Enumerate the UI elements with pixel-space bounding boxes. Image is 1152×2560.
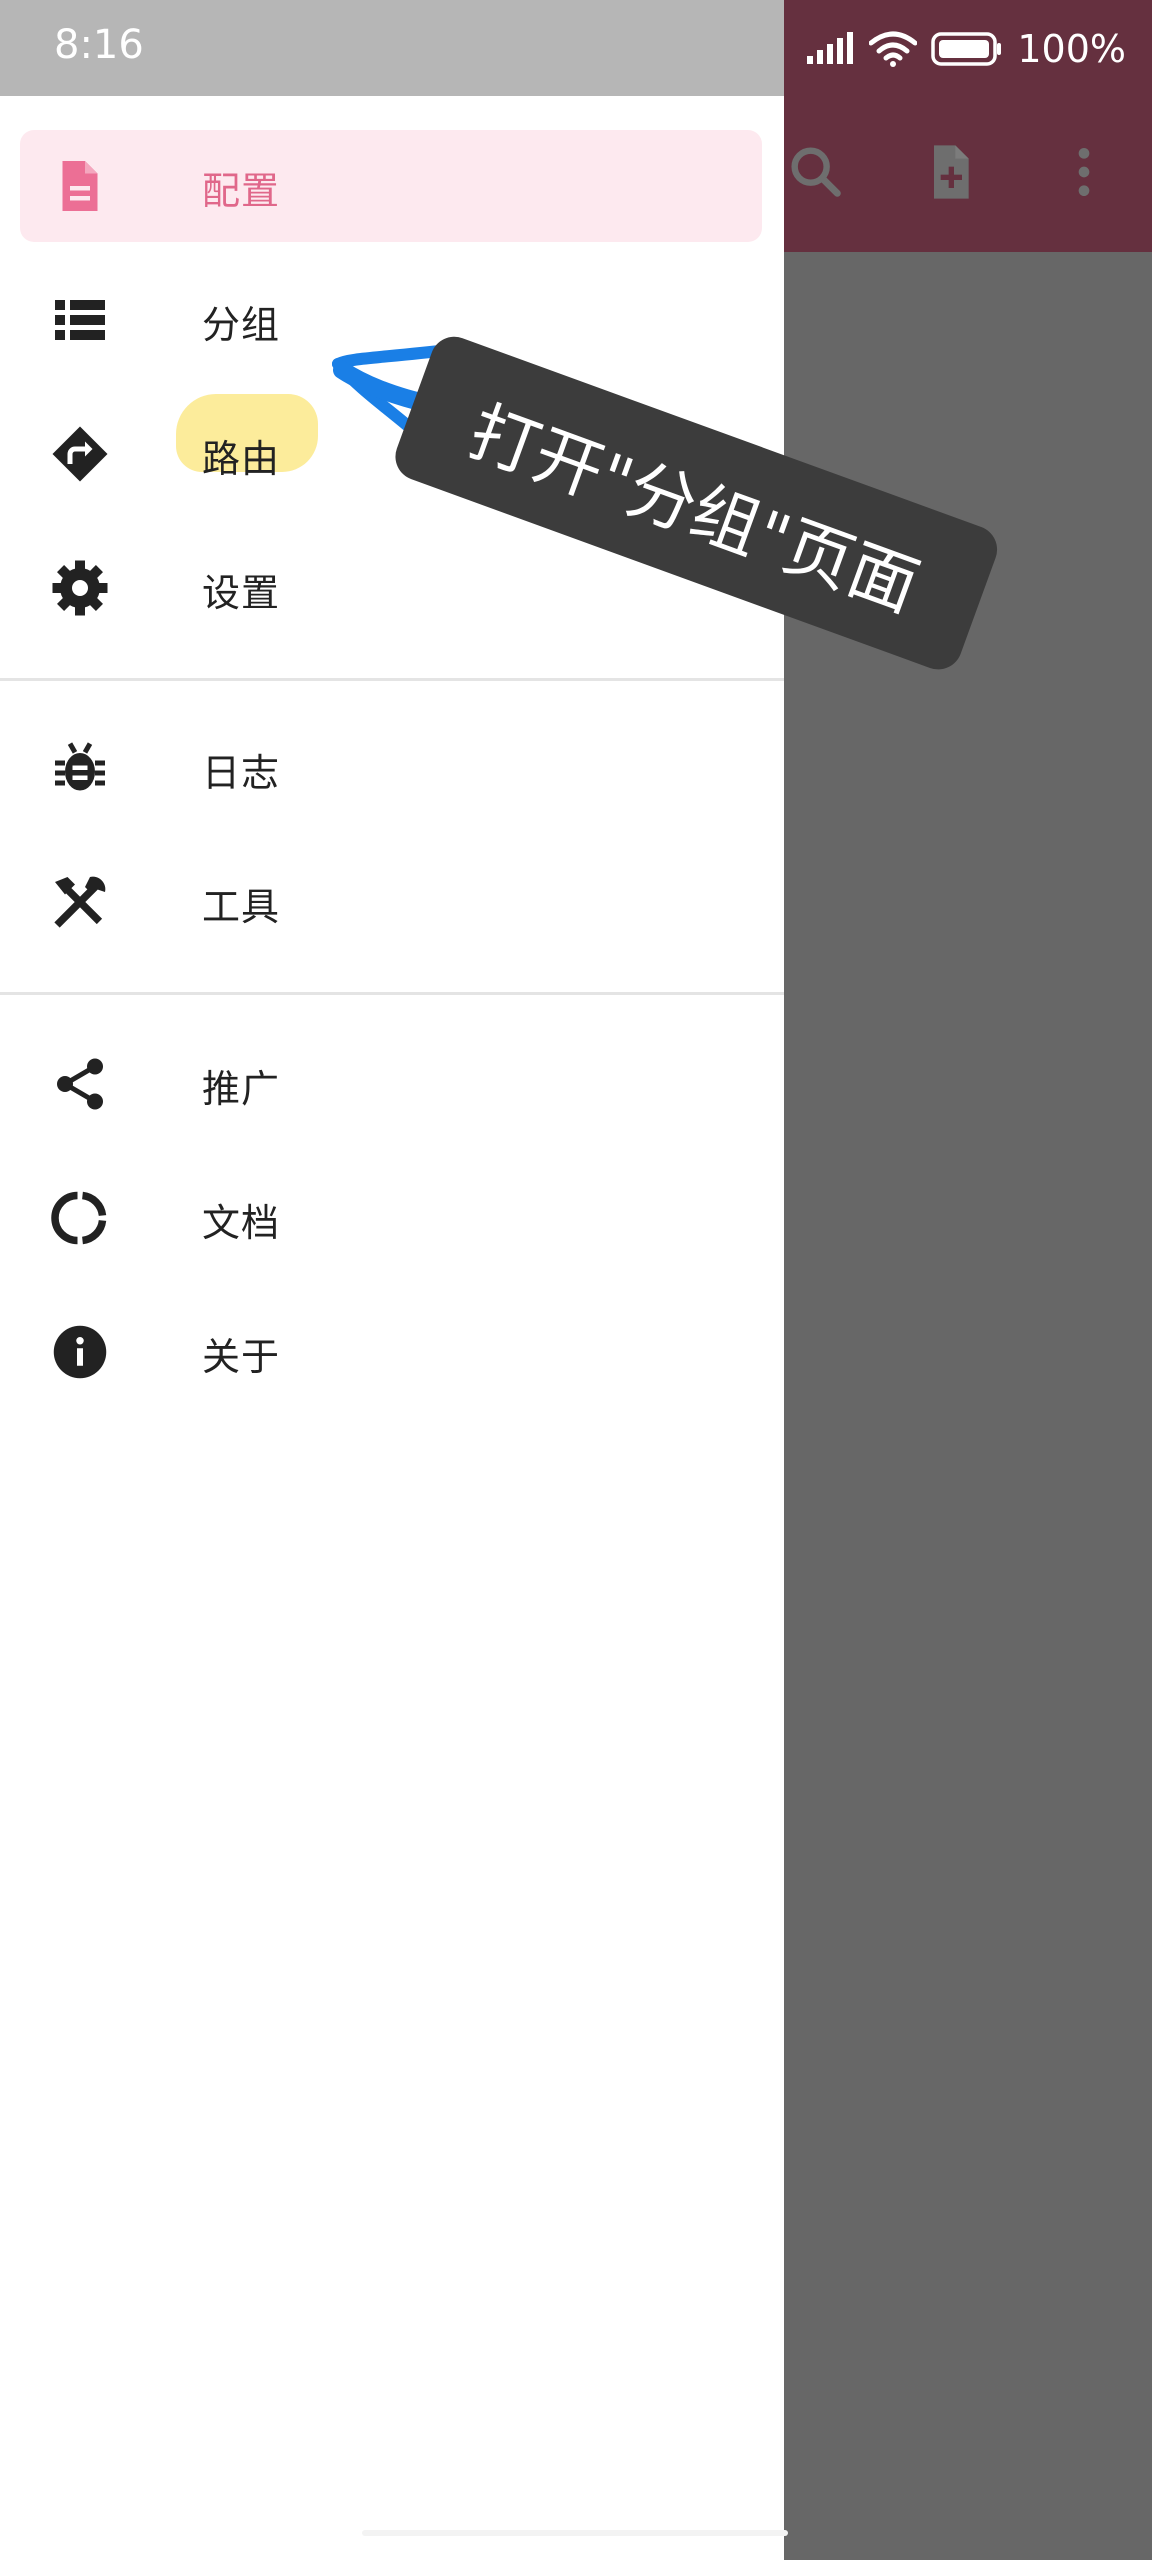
nav-item-tools[interactable]: 工具 bbox=[20, 846, 762, 958]
status-bar: 8:16 100% bbox=[0, 0, 1152, 96]
nav-item-about[interactable]: 关于 bbox=[20, 1296, 762, 1408]
file-icon bbox=[50, 156, 110, 216]
status-icons: 100% bbox=[805, 24, 1126, 74]
route-icon bbox=[50, 424, 110, 484]
more-options-icon[interactable] bbox=[1052, 140, 1116, 204]
nav-label-settings: 设置 bbox=[202, 571, 281, 615]
tools-icon bbox=[50, 872, 110, 932]
nav-item-docs[interactable]: 文档 bbox=[20, 1162, 762, 1274]
nav-label-tools: 工具 bbox=[202, 885, 281, 929]
nav-item-profiles[interactable]: 配置 bbox=[20, 130, 762, 242]
wifi-icon bbox=[869, 31, 918, 67]
info-icon bbox=[50, 1322, 110, 1382]
share-icon bbox=[50, 1054, 110, 1114]
list-icon bbox=[50, 290, 110, 350]
nav-label-profiles: 配置 bbox=[202, 169, 281, 213]
nav-label-logs: 日志 bbox=[202, 751, 281, 795]
battery-percent: 100% bbox=[1017, 27, 1126, 71]
nav-label-route: 路由 bbox=[202, 437, 281, 481]
add-file-icon[interactable] bbox=[918, 140, 982, 204]
nav-label-promote: 推广 bbox=[202, 1067, 281, 1111]
nav-label-docs: 文档 bbox=[202, 1201, 281, 1245]
nav-label-about: 关于 bbox=[202, 1335, 281, 1379]
gear-icon bbox=[50, 558, 110, 618]
drawer-divider bbox=[0, 678, 784, 681]
search-icon[interactable] bbox=[784, 140, 848, 204]
drawer-divider bbox=[0, 992, 784, 995]
nav-item-logs[interactable]: 日志 bbox=[20, 712, 762, 824]
home-indicator[interactable] bbox=[362, 2530, 788, 2536]
bug-icon bbox=[50, 738, 110, 798]
battery-icon bbox=[931, 31, 1003, 67]
signal-icon bbox=[805, 32, 855, 66]
nav-label-groups: 分组 bbox=[202, 303, 281, 347]
docs-ring-icon bbox=[50, 1188, 110, 1248]
nav-item-promote[interactable]: 推广 bbox=[20, 1028, 762, 1140]
status-time: 8:16 bbox=[54, 22, 144, 68]
